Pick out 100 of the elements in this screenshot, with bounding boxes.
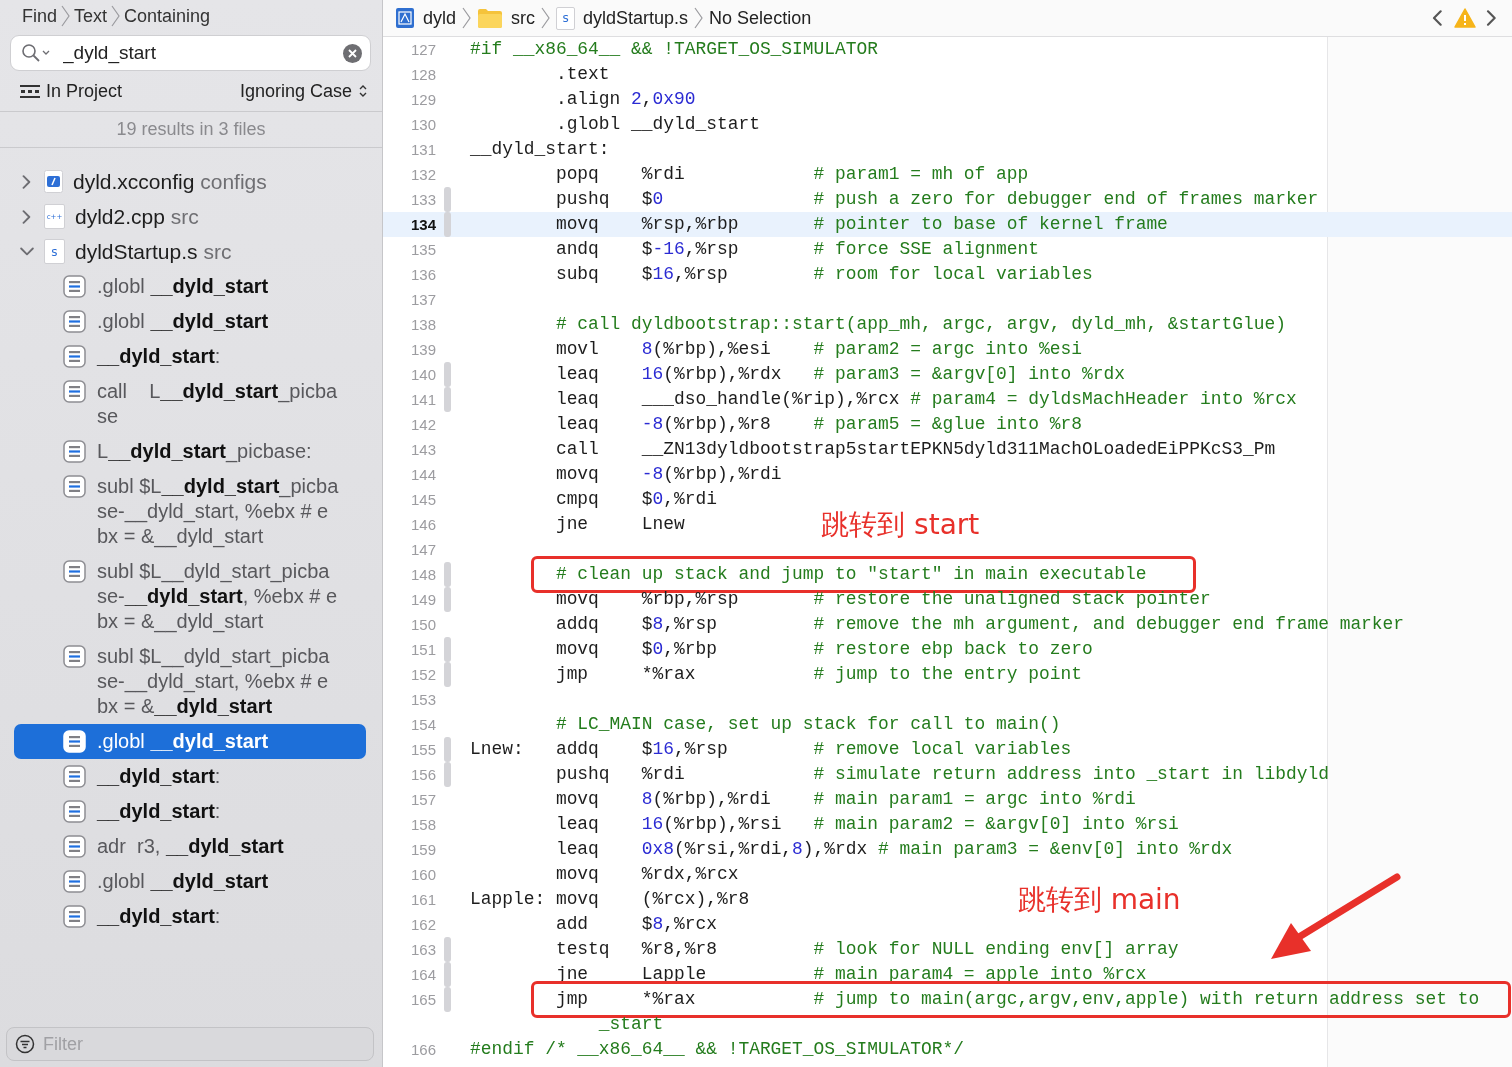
text-match-icon xyxy=(63,345,86,368)
clear-button[interactable] xyxy=(343,43,362,63)
find-mode-crumb[interactable]: Containing xyxy=(124,5,211,27)
text-match-icon xyxy=(63,870,86,893)
text-match-icon xyxy=(63,560,86,583)
project-icon xyxy=(395,7,415,29)
separator-icon xyxy=(111,5,121,27)
line-number: 154 xyxy=(409,715,436,735)
code-line: andq $-16,%rsp # force SSE alignment xyxy=(554,238,1040,261)
line-number: 152 xyxy=(409,665,436,685)
code-line: leaq ___dso_handle(%rip),%rcx # param4 = dyldsMachHeader into %rcx xyxy=(554,388,1297,411)
line-number: 146 xyxy=(409,515,436,535)
code-line: call __ZN13dyldbootstrap5startEPKN5dyld311MachOLoadedEiPPKcS3_Pm xyxy=(554,438,1276,461)
file-result-row[interactable]: dyld.xcconfig configs xyxy=(0,164,382,199)
line-number: 137 xyxy=(409,290,436,310)
find-mode-crumb[interactable]: Find xyxy=(22,5,57,27)
code-line: #endif /* __x86_64__ && !TARGET_OS_SIMULATOR*/ xyxy=(470,1038,964,1061)
code-line: pushq $0 # push a zero for debugger end of frames marker xyxy=(554,188,1319,211)
line-number: 160 xyxy=(409,865,436,885)
line-number: 132 xyxy=(409,165,436,185)
line-number: 149 xyxy=(409,590,436,610)
annotation-text: 跳转到 start xyxy=(821,506,980,543)
code-line: addq $8,%rsp # remove the mh argument, and debugger end frame marker xyxy=(554,613,1405,636)
text-match-icon xyxy=(63,380,86,403)
path-crumb[interactable]: dyld xyxy=(395,7,457,29)
line-number: 148 xyxy=(409,565,436,585)
filter-icon xyxy=(15,1034,35,1054)
search-result[interactable]: subl $L__dyld_start_picbase-__dyld_start, %ebx # ebx = &__dyld_start xyxy=(14,554,366,639)
assembly-file-icon: s xyxy=(44,239,65,264)
search-result[interactable]: __dyld_start: xyxy=(14,759,366,794)
line-number: 161 xyxy=(409,890,436,910)
filter-field[interactable]: Filter xyxy=(6,1027,374,1061)
code-line: movl 8(%rbp),%esi # param2 = argc into %esi xyxy=(554,338,1082,361)
line-number: 156 xyxy=(409,765,436,785)
separator-icon xyxy=(462,7,472,29)
find-mode-crumb[interactable]: Text xyxy=(74,5,108,27)
filter-input[interactable]: Filter xyxy=(41,1032,365,1056)
search-result[interactable]: .globl __dyld_start xyxy=(14,724,366,759)
code-line: jmp *%rax # jump to the entry point xyxy=(554,663,1082,686)
code-line: movq %rbp,%rsp # restore the unaligned stack pointer xyxy=(554,588,1211,611)
code-line: movq -8(%rbp),%rdi xyxy=(554,463,782,486)
updown-icon xyxy=(358,83,368,99)
code-line: add $8,%rcx xyxy=(554,913,717,936)
scope-button[interactable]: In Project xyxy=(20,80,123,102)
line-number: 129 xyxy=(409,90,436,110)
line-number: 135 xyxy=(409,240,436,260)
line-number: 163 xyxy=(409,940,436,960)
line-number: 155 xyxy=(409,740,436,760)
path-crumb[interactable]: No Selection xyxy=(709,7,812,29)
line-number: 162 xyxy=(409,915,436,935)
text-match-icon xyxy=(63,475,86,498)
search-result[interactable]: .globl __dyld_start xyxy=(14,864,366,899)
line-number: 158 xyxy=(409,815,436,835)
code-line: _start xyxy=(597,1013,664,1036)
line-number: 150 xyxy=(409,615,436,635)
file-result-row[interactable]: s dyldStartup.s src xyxy=(0,234,382,269)
line-number: 147 xyxy=(409,540,436,560)
line-number: 127 xyxy=(409,40,436,60)
search-result[interactable]: adr r3, __dyld_start xyxy=(14,829,366,864)
code-line: jmp *%rax # jump to main(argc,argv,env,apple) with return address set to xyxy=(554,988,1480,1011)
file-name: dyldStartup.s src xyxy=(75,239,232,264)
search-result[interactable]: subl $L__dyld_start_picbase-__dyld_start, %ebx # ebx = &__dyld_start xyxy=(14,639,366,724)
search-result[interactable]: .globl __dyld_start xyxy=(14,304,366,339)
separator-icon xyxy=(541,7,551,29)
file-name: dyld2.cpp src xyxy=(75,204,199,229)
search-result[interactable]: call L__dyld_start_picbase xyxy=(14,374,366,434)
code-line: pushq %rdi # simulate return address into _start in libdyld xyxy=(554,763,1329,786)
code-line: subq $16,%rsp # room for local variables xyxy=(554,263,1093,286)
search-input[interactable]: _dyld_start xyxy=(59,42,335,64)
text-match-icon xyxy=(63,310,86,333)
search-field[interactable]: _dyld_start xyxy=(10,35,371,71)
search-result[interactable]: __dyld_start: xyxy=(14,339,366,374)
code-line: Lnew: addq $16,%rsp # remove local variables xyxy=(470,738,1072,761)
line-number: 138 xyxy=(409,315,436,335)
close-icon xyxy=(348,48,357,58)
search-result[interactable]: __dyld_start: xyxy=(14,794,366,829)
line-number: 139 xyxy=(409,340,436,360)
code-line: # clean up stack and jump to "start" in main executable xyxy=(554,563,1147,586)
folder-icon xyxy=(477,7,504,29)
code-line: #if __x86_64__ && !TARGET_OS_SIMULATOR xyxy=(470,38,878,61)
code-line: leaq 0x8(%rsi,%rdi,8),%rdx # main param3 = &env[0] into %rdx xyxy=(554,838,1233,861)
code-line: .text xyxy=(554,63,610,86)
line-number: 136 xyxy=(409,265,436,285)
separator-icon xyxy=(694,7,704,29)
search-result[interactable]: subl $L__dyld_start_picbase-__dyld_start, %ebx # ebx = &__dyld_start xyxy=(14,469,366,554)
search-result[interactable]: .globl __dyld_start xyxy=(14,269,366,304)
line-number: 134 xyxy=(409,215,436,235)
annotation-text: 跳转到 main xyxy=(1017,881,1181,918)
line-number: 128 xyxy=(409,65,436,85)
search-result[interactable]: __dyld_start: xyxy=(14,899,366,934)
path-crumb[interactable]: s dyldStartup.s xyxy=(556,6,689,30)
code-line: movq %rsp,%rbp # pointer to base of kernel frame xyxy=(554,213,1168,236)
path-crumb[interactable]: src xyxy=(477,7,536,29)
assembly-file-icon: s xyxy=(556,6,576,30)
code-line: .globl __dyld_start xyxy=(554,113,760,136)
code-line: cmpq $0,%rdi xyxy=(554,488,717,511)
line-number: 130 xyxy=(409,115,436,135)
search-result[interactable]: L__dyld_start_picbase: xyxy=(14,434,366,469)
case-option-button[interactable]: Ignoring Case xyxy=(239,80,368,102)
text-match-icon xyxy=(63,765,86,788)
